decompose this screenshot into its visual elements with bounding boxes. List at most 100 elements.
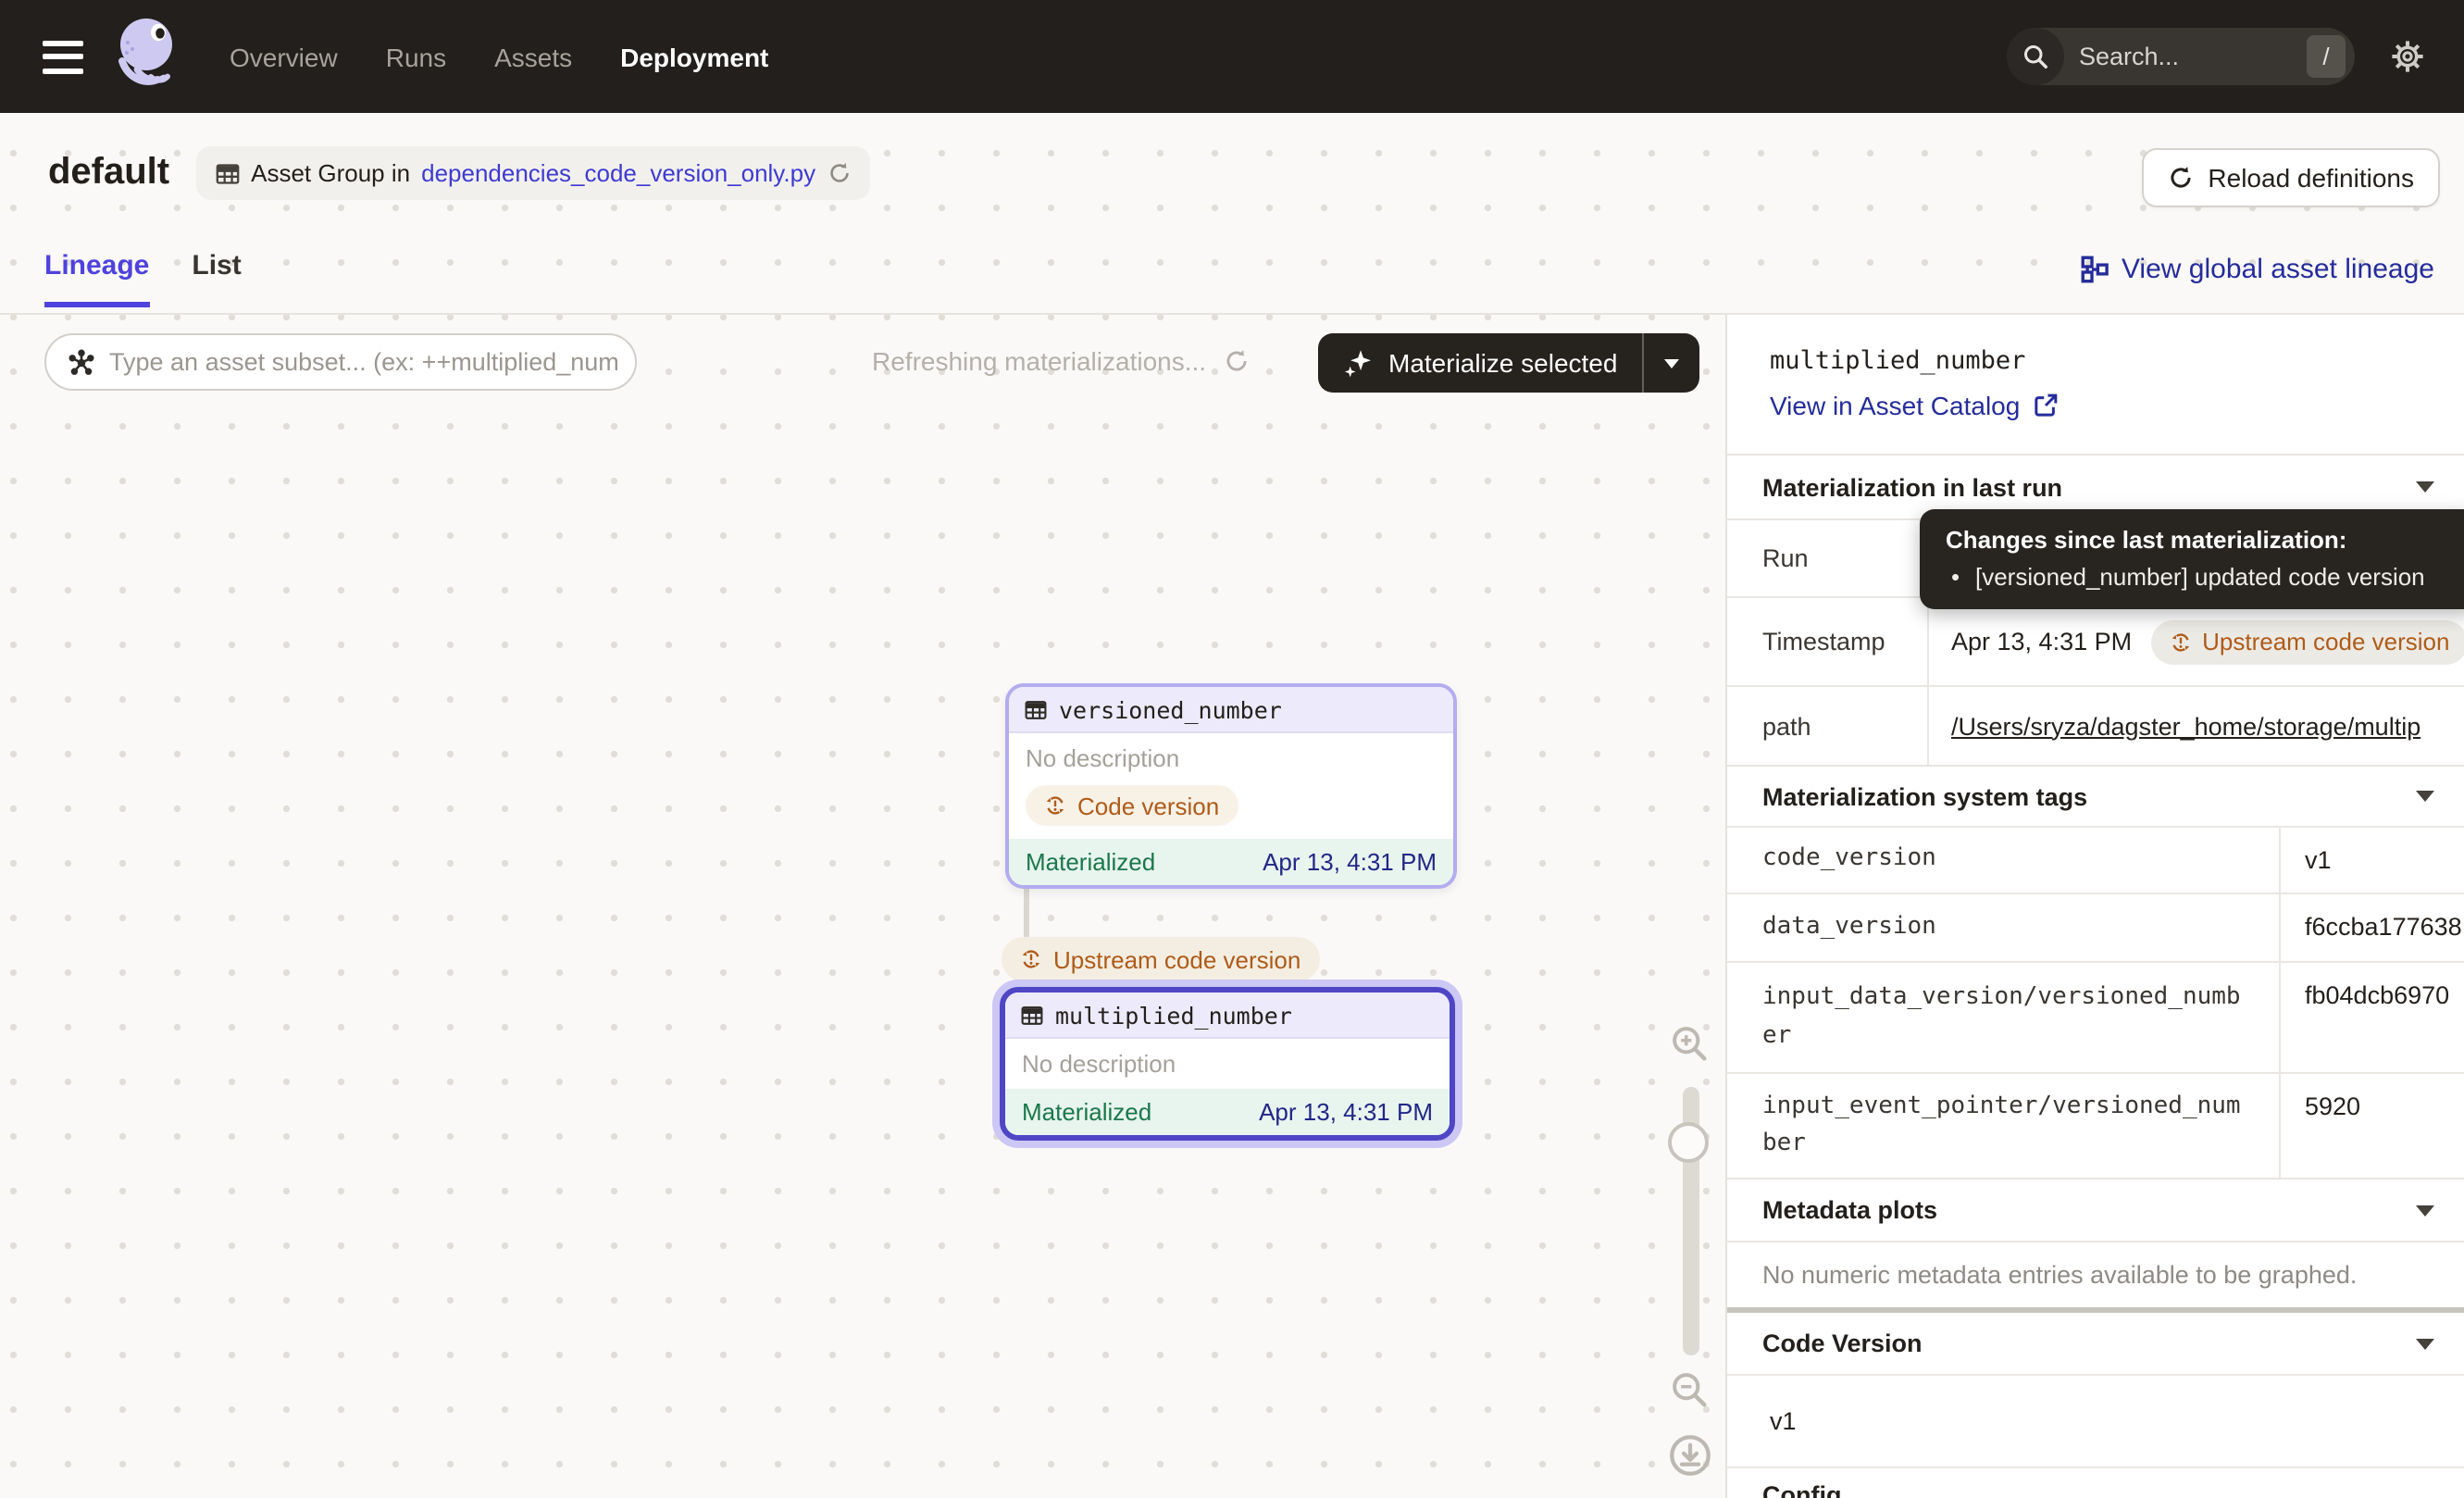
asset-subset-input[interactable]: Type an asset subset... (ex: ++multiplie…	[44, 333, 637, 391]
view-tabs: Lineage List	[44, 250, 242, 307]
materialized-status: Materialized	[1022, 1098, 1151, 1126]
nav-item-runs[interactable]: Runs	[386, 42, 446, 71]
chevron-down-icon[interactable]	[2416, 1205, 2434, 1216]
section-label: Code Version	[1762, 1329, 1923, 1357]
section-materialization-system-tags[interactable]: Materialization system tags	[1727, 765, 2464, 826]
view-in-asset-catalog-link[interactable]: View in Asset Catalog	[1770, 391, 2464, 420]
tag-key: code_version	[1727, 828, 2281, 893]
section-config[interactable]: Config	[1727, 1467, 2464, 1498]
asset-graph-canvas[interactable]: Type an asset subset... (ex: ++multiplie…	[0, 315, 1725, 1498]
section-label: Materialization in last run	[1762, 473, 2062, 501]
tag-value: fb04dcb6970	[2281, 963, 2464, 1072]
chevron-down-icon[interactable]	[2416, 791, 2434, 802]
zoom-out-icon[interactable]	[1670, 1370, 1709, 1409]
menu-icon[interactable]	[43, 40, 83, 73]
tooltip-item: [versioned_number] updated code version	[1946, 563, 2453, 591]
code-version-icon	[1044, 794, 1066, 817]
table-row-path: path /Users/sryza/dagster_home/storage/m…	[1727, 685, 2464, 765]
reload-definitions-label: Reload definitions	[2208, 163, 2414, 193]
materialize-selected-label: Materialize selected	[1388, 348, 1617, 378]
page-title: default	[48, 152, 169, 194]
refresh-icon	[1223, 348, 1249, 374]
chevron-down-icon[interactable]	[2416, 481, 2434, 493]
changes-tooltip: Changes since last materialization: [ver…	[1920, 509, 2464, 609]
dagster-logo-icon[interactable]	[107, 8, 189, 105]
tag-row-input-event-pointer: input_event_pointer/versioned_number 592…	[1727, 1072, 2464, 1178]
upstream-code-version-label: Upstream code version	[2202, 628, 2449, 655]
search-icon	[2007, 28, 2064, 85]
table-row-timestamp: Timestamp Apr 13, 4:31 PM Upstream code …	[1727, 596, 2464, 685]
tag-value: 5920	[2281, 1074, 2464, 1178]
upstream-code-version-label: Upstream code version	[1053, 945, 1300, 973]
table-icon	[1024, 697, 1048, 721]
view-global-asset-lineage-link[interactable]: View global asset lineage	[2081, 254, 2434, 285]
asset-node-versioned-number[interactable]: versioned_number No description Code ver…	[1005, 683, 1457, 889]
refreshing-status-label: Refreshing materializations...	[872, 346, 1206, 376]
chevron-down-icon[interactable]	[2416, 1338, 2434, 1349]
metadata-plots-empty-text: No numeric metadata entries available to…	[1727, 1241, 2464, 1307]
table-icon	[1020, 1003, 1044, 1027]
gear-icon[interactable]	[2390, 39, 2425, 74]
section-label: Materialization system tags	[1762, 782, 2087, 810]
upstream-code-version-tag: Upstream code version	[2150, 619, 2464, 664]
refreshing-status: Refreshing materializations...	[872, 346, 1249, 376]
zoom-in-icon[interactable]	[1670, 1024, 1709, 1063]
row-label: Timestamp	[1727, 598, 1929, 685]
row-label: path	[1727, 687, 1929, 765]
materialized-status: Materialized	[1026, 848, 1155, 876]
nav-item-overview[interactable]: Overview	[230, 42, 338, 71]
reload-location-icon[interactable]	[827, 161, 851, 185]
code-version-tag: Code version	[1026, 785, 1238, 826]
table-icon	[214, 160, 240, 186]
nav-item-deployment[interactable]: Deployment	[620, 42, 768, 71]
timestamp-value: Apr 13, 4:31 PM	[1951, 628, 2132, 655]
materialized-timestamp: Apr 13, 4:31 PM	[1263, 848, 1437, 876]
code-version-tag-label: Code version	[1077, 792, 1219, 819]
asset-node-multiplied-number[interactable]: multiplied_number No description Materia…	[1000, 987, 1455, 1141]
tab-lineage[interactable]: Lineage	[44, 250, 149, 307]
panel-asset-title: multiplied_number	[1770, 346, 2464, 376]
asset-details-panel: multiplied_number View in Asset Catalog …	[1725, 315, 2464, 1498]
section-metadata-plots[interactable]: Metadata plots	[1727, 1178, 2464, 1241]
asset-node-name: versioned_number	[1059, 695, 1282, 723]
reload-definitions-button[interactable]: Reload definitions	[2141, 148, 2440, 207]
code-version-icon	[1020, 948, 1042, 970]
search-input[interactable]: Search... /	[2007, 28, 2355, 85]
search-placeholder: Search...	[2079, 43, 2307, 70]
asset-graph-icon	[67, 347, 96, 377]
path-link[interactable]: /Users/sryza/dagster_home/storage/multip	[1951, 712, 2420, 740]
upstream-code-version-edge-tag: Upstream code version	[1002, 937, 1319, 981]
asset-node-description: No description	[1022, 1050, 1433, 1078]
section-label: Metadata plots	[1762, 1196, 1937, 1224]
asset-subset-placeholder: Type an asset subset... (ex: ++multiplie…	[109, 348, 619, 376]
view-in-asset-catalog-label: View in Asset Catalog	[1770, 391, 2020, 420]
page-header: default Asset Group in dependencies_code…	[0, 113, 2464, 315]
section-code-version[interactable]: Code Version	[1727, 1313, 2464, 1374]
tag-value: f6ccba177638	[2281, 894, 2464, 961]
view-global-asset-lineage-label: View global asset lineage	[2122, 254, 2434, 285]
asset-node-description: No description	[1026, 744, 1437, 772]
tag-key: data_version	[1727, 894, 2281, 961]
materialize-button-group: Materialize selected	[1318, 333, 1699, 393]
asset-group-chip: Asset Group in dependencies_code_version…	[195, 146, 869, 200]
row-label: Run	[1727, 520, 1929, 596]
tag-key: input_data_version/versioned_number	[1727, 963, 2281, 1072]
materialized-timestamp: Apr 13, 4:31 PM	[1259, 1098, 1433, 1126]
tab-list[interactable]: List	[192, 250, 241, 307]
asset-node-name: multiplied_number	[1055, 1001, 1292, 1029]
primary-nav: Overview Runs Assets Deployment	[230, 42, 768, 71]
code-location-link[interactable]: dependencies_code_version_only.py	[421, 159, 815, 187]
tag-value: v1	[2281, 828, 2464, 893]
zoom-slider-thumb[interactable]	[1668, 1122, 1709, 1163]
tooltip-title: Changes since last materialization:	[1946, 526, 2453, 554]
materialize-selected-button[interactable]: Materialize selected	[1318, 333, 1641, 393]
download-view-icon[interactable]	[1668, 1433, 1712, 1478]
sparkle-icon	[1342, 347, 1374, 379]
tag-row-input-data-version: input_data_version/versioned_number fb04…	[1727, 961, 2464, 1072]
nav-item-assets[interactable]: Assets	[494, 42, 572, 71]
asset-group-prefix: Asset Group in	[251, 159, 410, 187]
code-version-value: v1	[1727, 1374, 2464, 1467]
dagster-app: Overview Runs Assets Deployment Search..…	[0, 0, 2464, 1498]
external-link-icon	[2033, 393, 2059, 418]
tag-key: input_event_pointer/versioned_number	[1727, 1074, 2281, 1178]
